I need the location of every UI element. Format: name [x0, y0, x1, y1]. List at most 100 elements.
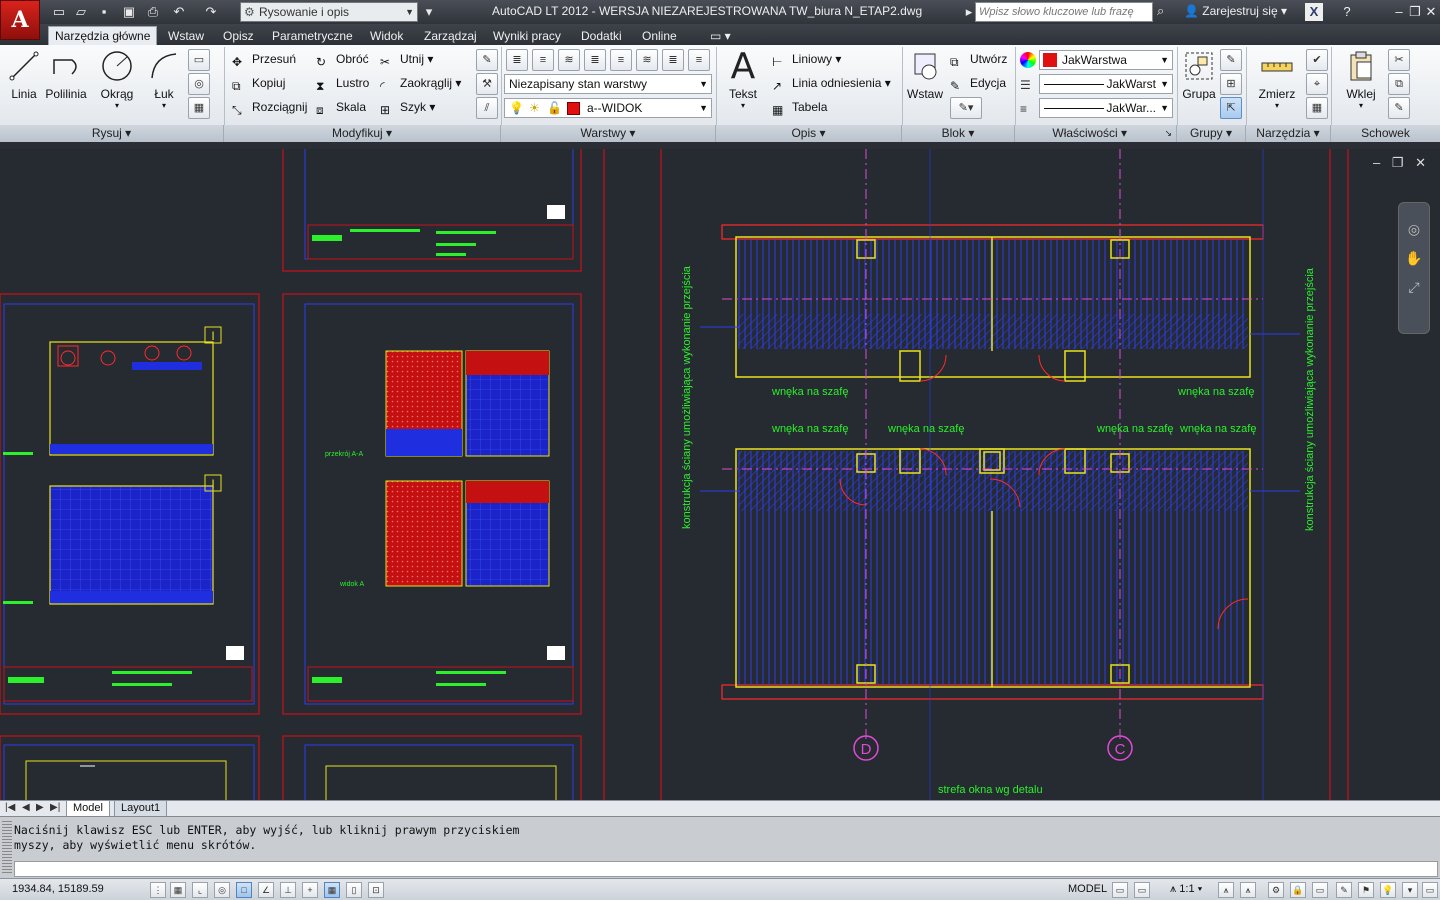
- quickcalc-icon[interactable]: ✔: [1306, 49, 1328, 71]
- hardware-accel-icon[interactable]: ▭: [1312, 882, 1328, 898]
- layer-properties-icon[interactable]: ≣: [506, 49, 528, 71]
- tab-parametric[interactable]: Parametryczne: [266, 27, 359, 45]
- isolate-objects-icon[interactable]: ✎: [1336, 882, 1352, 898]
- close-viewport-icon[interactable]: ✕: [1415, 155, 1426, 170]
- ortho-icon[interactable]: ◎: [214, 882, 230, 898]
- tab-insert[interactable]: Wstaw: [162, 27, 210, 45]
- drawing-canvas[interactable]: I I przekrój A-A widok A D C wnęka na sz…: [0, 149, 1440, 800]
- tab-annotate[interactable]: Opisz: [217, 27, 260, 45]
- otrack-icon[interactable]: ⊥: [280, 882, 296, 898]
- attribute-icon[interactable]: ✎▾: [950, 97, 982, 119]
- linetype-icon[interactable]: ☰: [1020, 78, 1031, 92]
- scale-button[interactable]: ⧈ Skala: [316, 97, 366, 117]
- fillet-button[interactable]: ◜ Zaokrąglij ▾: [380, 73, 461, 93]
- calculator-icon[interactable]: ▦: [1306, 97, 1328, 119]
- save-icon[interactable]: ▪: [95, 3, 113, 21]
- polar-icon[interactable]: □: [236, 882, 252, 898]
- auto-scale-icon[interactable]: ⩚: [1240, 882, 1256, 898]
- dialog-launcher-icon[interactable]: ↘: [1164, 125, 1172, 142]
- panel-title-utilities[interactable]: Narzędzia ▾: [1246, 125, 1331, 142]
- last-layout-icon[interactable]: ▶|: [50, 802, 60, 813]
- customize-qat-icon[interactable]: ▾: [420, 3, 438, 21]
- isolate-icon[interactable]: ⚑: [1358, 882, 1374, 898]
- annotation-scale[interactable]: ⩚ 1:1 ▾: [1170, 883, 1202, 896]
- cut-icon[interactable]: ✂: [1388, 49, 1410, 71]
- application-menu-button[interactable]: A: [0, 0, 40, 40]
- new-file-icon[interactable]: ▭: [50, 3, 68, 21]
- measure-button[interactable]: Zmierz ▾: [1256, 49, 1298, 110]
- tab-manage[interactable]: Zarządzaj: [418, 27, 483, 45]
- lock-toolbar-icon[interactable]: 🔒: [1290, 882, 1306, 898]
- tab-home[interactable]: Narzędzia główne: [48, 26, 158, 45]
- paste-button[interactable]: Wklej ▾: [1342, 49, 1380, 110]
- layer-icon-2[interactable]: ≡: [532, 49, 554, 71]
- lineweight-dropdown[interactable]: JakWar... ▼: [1039, 98, 1173, 118]
- search-icon[interactable]: ⌕: [1157, 3, 1164, 19]
- command-grip[interactable]: [2, 821, 12, 873]
- copy-button[interactable]: ⧉ Kopiuj: [232, 73, 285, 93]
- tab-model[interactable]: Model: [66, 801, 110, 817]
- minimize-viewport-icon[interactable]: –: [1373, 155, 1380, 170]
- ungroup-icon[interactable]: ✎: [1220, 49, 1242, 71]
- text-button[interactable]: A Tekst ▾: [722, 46, 764, 111]
- trim-button[interactable]: ✂ Utnij ▾: [380, 49, 433, 69]
- command-input[interactable]: [14, 861, 1438, 877]
- search-input[interactable]: Wpisz słowo kluczowe lub frazę: [975, 2, 1153, 22]
- circle-button[interactable]: Okrąg ▾: [98, 49, 136, 110]
- layer-icon-4[interactable]: ≣: [584, 49, 606, 71]
- arc-button[interactable]: Łuk ▾: [146, 49, 182, 110]
- panel-title-clipboard[interactable]: Schowek: [1331, 125, 1440, 142]
- array-button[interactable]: ⊞ Szyk ▾: [380, 97, 435, 117]
- tab-view[interactable]: Widok: [364, 27, 409, 45]
- print-icon[interactable]: ⎙: [144, 3, 162, 21]
- first-layout-icon[interactable]: |◀: [5, 802, 15, 813]
- model-space-toggle[interactable]: MODEL: [1068, 883, 1107, 895]
- ducs-icon[interactable]: +: [302, 882, 318, 898]
- osnap-icon[interactable]: ∠: [258, 882, 274, 898]
- layer-icon-6[interactable]: ≋: [636, 49, 658, 71]
- match-properties-icon[interactable]: ✎: [1388, 97, 1410, 119]
- pan-icon[interactable]: ✋: [1399, 250, 1429, 267]
- navigation-bar[interactable]: ◎ ✋ ⤢: [1398, 202, 1430, 334]
- zoom-icon[interactable]: ⤢: [1399, 279, 1429, 296]
- polyline-button[interactable]: Polilinia: [44, 49, 88, 101]
- layer-icon-3[interactable]: ≋: [558, 49, 580, 71]
- group-button[interactable]: Grupa: [1180, 49, 1218, 101]
- panel-title-block[interactable]: Blok ▾: [902, 125, 1015, 142]
- layer-icon-5[interactable]: ≡: [610, 49, 632, 71]
- redo-icon[interactable]: ↷: [202, 3, 220, 21]
- steering-wheel-icon[interactable]: ◎: [1399, 221, 1429, 238]
- group-edit-icon[interactable]: ⊞: [1220, 73, 1242, 95]
- tab-layout1[interactable]: Layout1: [114, 801, 168, 817]
- exchange-icon[interactable]: X: [1305, 3, 1323, 21]
- panel-title-groups[interactable]: Grupy ▾: [1177, 125, 1246, 142]
- linear-dimension-button[interactable]: ⊢ Liniowy ▾: [772, 49, 841, 69]
- panel-title-layers[interactable]: Warstwy ▾: [501, 125, 716, 142]
- layer-dropdown[interactable]: 💡 ☀ 🔓 a--WIDOK ▼: [504, 98, 712, 118]
- id-point-icon[interactable]: ⌖: [1306, 73, 1328, 95]
- color-dropdown[interactable]: JakWarstwa ▼: [1039, 50, 1173, 70]
- stretch-button[interactable]: ⤡ Rozciągnij: [232, 97, 307, 117]
- workspace-switch-icon[interactable]: ⚙: [1268, 882, 1284, 898]
- erase-icon[interactable]: ✎: [476, 49, 498, 71]
- prev-layout-icon[interactable]: ◀: [22, 802, 30, 813]
- move-button[interactable]: ✥ Przesuń: [232, 49, 296, 69]
- infer-constraints-icon[interactable]: ⋮: [150, 882, 166, 898]
- open-file-icon[interactable]: ▱: [72, 3, 90, 21]
- tab-addins[interactable]: Dodatki: [575, 27, 628, 45]
- dyn-icon[interactable]: ▦: [324, 882, 340, 898]
- quick-view-layouts-icon[interactable]: ▭: [1112, 882, 1128, 898]
- layer-icon-7[interactable]: ≣: [662, 49, 684, 71]
- tab-online[interactable]: Online: [636, 27, 683, 45]
- layer-state-dropdown[interactable]: Niezapisany stan warstwy ▼: [504, 74, 712, 94]
- group-select-icon[interactable]: ⇱: [1220, 97, 1242, 119]
- help-icon[interactable]: ?: [1338, 3, 1356, 21]
- ribbon-minimize-icon[interactable]: ▭ ▾: [704, 27, 737, 45]
- snap-icon[interactable]: ▦: [170, 882, 186, 898]
- panel-title-properties[interactable]: Właściwości ▾ ↘: [1015, 125, 1177, 142]
- hatch-icon[interactable]: ▦: [188, 97, 210, 119]
- next-layout-icon[interactable]: ▶: [36, 802, 44, 813]
- lineweight-icon[interactable]: ≡: [1020, 102, 1027, 116]
- mirror-button[interactable]: ⧗ Lustro: [316, 73, 369, 93]
- clean-screen-icon[interactable]: ▭: [1422, 882, 1438, 898]
